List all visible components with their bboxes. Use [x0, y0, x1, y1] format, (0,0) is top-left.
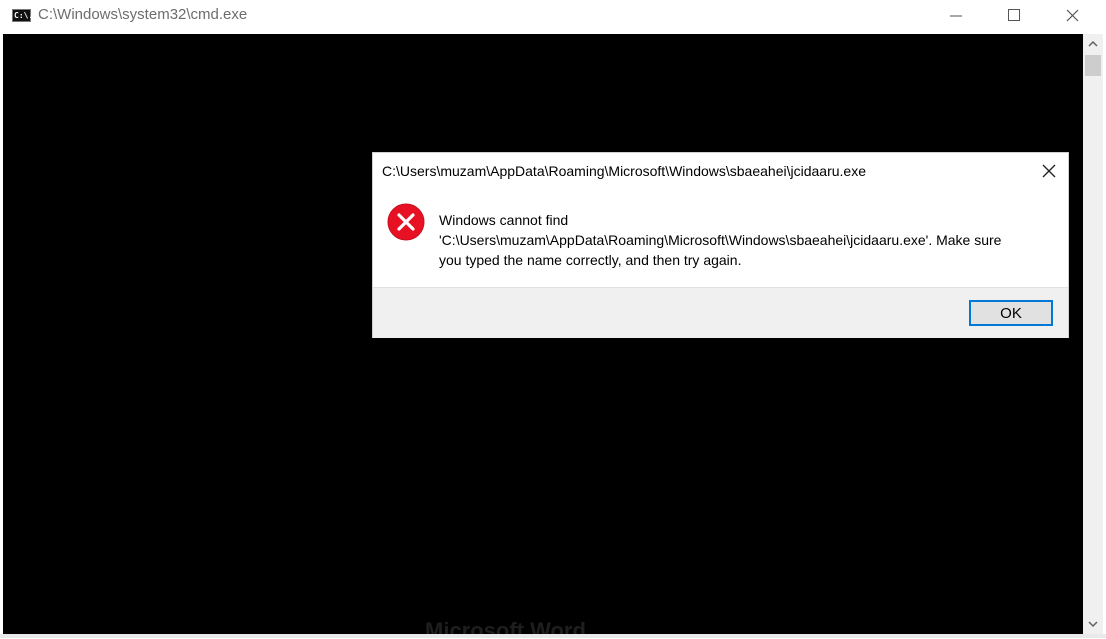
maximize-icon — [1008, 9, 1020, 21]
ok-button[interactable]: OK — [969, 300, 1053, 326]
console-ghost-text: Microsoft Word — [425, 618, 586, 634]
chevron-down-icon — [1088, 621, 1098, 628]
close-icon — [1042, 164, 1056, 178]
window-title: C:\Windows\system32\cmd.exe — [38, 6, 248, 23]
dialog-title: C:\Users\muzam\AppData\Roaming\Microsoft… — [382, 163, 866, 179]
chevron-up-icon — [1088, 40, 1098, 47]
title-bar[interactable]: C:\. C:\Windows\system32\cmd.exe — [0, 0, 1106, 33]
dialog-footer: OK — [373, 287, 1068, 338]
dialog-message: Windows cannot find 'C:\Users\muzam\AppD… — [439, 210, 1059, 270]
minimize-button[interactable] — [928, 0, 986, 32]
dialog-close-button[interactable] — [1030, 153, 1068, 187]
maximize-button[interactable] — [986, 0, 1044, 32]
close-button[interactable] — [1044, 0, 1102, 32]
error-dialog: C:\Users\muzam\AppData\Roaming\Microsoft… — [372, 152, 1069, 338]
error-icon — [387, 203, 425, 241]
scroll-thumb[interactable] — [1085, 55, 1101, 76]
cmd-icon-label: C:\. — [14, 11, 34, 20]
window-bottom-edge — [0, 634, 1106, 638]
cmd-app-icon[interactable]: C:\. — [12, 9, 34, 22]
minimize-icon — [950, 15, 962, 17]
vertical-scrollbar[interactable] — [1083, 34, 1103, 634]
scroll-up-button[interactable] — [1083, 34, 1103, 54]
message-line: you typed the name correctly, and then t… — [439, 252, 742, 268]
message-line: 'C:\Users\muzam\AppData\Roaming\Microsof… — [439, 232, 1002, 248]
scroll-down-button[interactable] — [1083, 614, 1103, 634]
close-icon — [1066, 9, 1079, 22]
message-line: Windows cannot find — [439, 212, 569, 228]
